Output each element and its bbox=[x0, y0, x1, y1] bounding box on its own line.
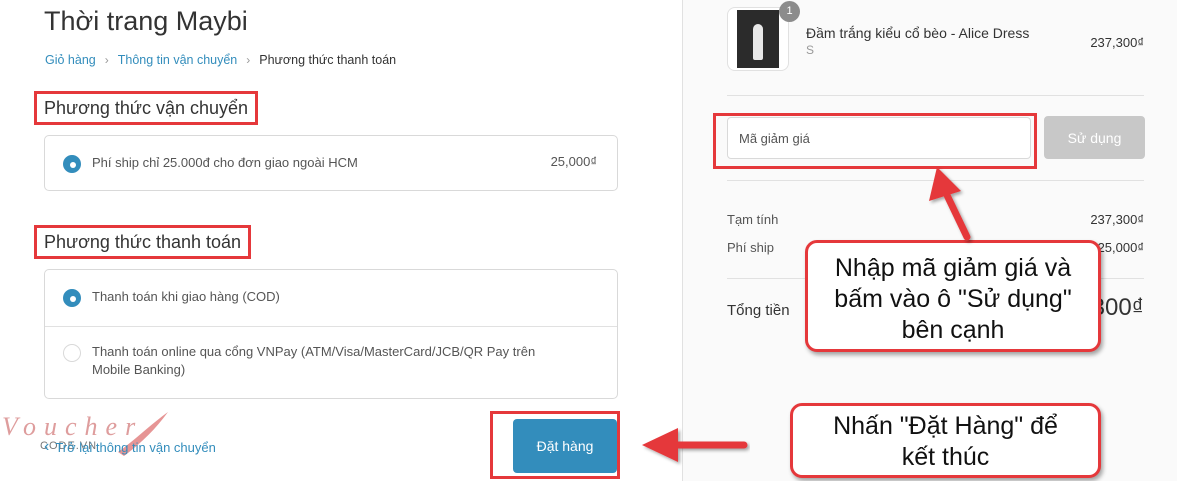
chevron-right-icon: › bbox=[246, 53, 251, 67]
chevron-left-icon: ‹ bbox=[44, 438, 50, 455]
subtotal-label: Tạm tính bbox=[727, 212, 779, 227]
breadcrumb-cart[interactable]: Giỏ hàng bbox=[45, 53, 96, 67]
product-name: Đầm trắng kiểu cổ bèo - Alice Dress bbox=[806, 25, 1030, 41]
breadcrumb-shipping-info[interactable]: Thông tin vận chuyển bbox=[118, 53, 238, 67]
shipping-option[interactable]: Phí ship chỉ 25.000đ cho đơn giao ngoài … bbox=[45, 136, 617, 190]
main-content: Thời trang Maybi Giỏ hàng › Thông tin vậ… bbox=[0, 0, 682, 481]
subtotal-value: 237,300₫ bbox=[1090, 212, 1144, 227]
apply-discount-button[interactable]: Sử dụng bbox=[1044, 116, 1145, 159]
payment-option-vnpay-label: Thanh toán online qua cổng VNPay (ATM/Vi… bbox=[92, 344, 536, 377]
product-variant: S bbox=[806, 43, 815, 57]
shipping-fee-value: 25,000₫ bbox=[1097, 240, 1144, 255]
shipping-fee-label: Phí ship bbox=[727, 240, 774, 255]
payment-method-title: Phương thức thanh toán bbox=[34, 225, 252, 259]
back-to-shipping-link[interactable]: ‹ Trở lại thông tin vận chuyển bbox=[44, 438, 216, 456]
breadcrumb-payment-method: Phương thức thanh toán bbox=[259, 53, 397, 67]
payment-options-box: Thanh toán khi giao hàng (COD) Thanh toá… bbox=[44, 269, 618, 399]
payment-option-vnpay[interactable]: Thanh toán online qua cổng VNPay (ATM/Vi… bbox=[45, 327, 617, 398]
back-to-shipping-label: Trở lại thông tin vận chuyển bbox=[55, 439, 216, 455]
payment-radio-cod[interactable] bbox=[63, 289, 81, 307]
shipping-option-price: 25,000₫ bbox=[550, 154, 597, 169]
breadcrumb: Giỏ hàng › Thông tin vận chuyển › Phương… bbox=[45, 53, 396, 67]
payment-radio-vnpay[interactable] bbox=[63, 344, 81, 362]
arrow-left-icon bbox=[642, 428, 748, 462]
payment-option-cod[interactable]: Thanh toán khi giao hàng (COD) bbox=[45, 270, 617, 326]
place-order-button[interactable]: Đặt hàng bbox=[513, 419, 617, 473]
shipping-options-box: Phí ship chỉ 25.000đ cho đơn giao ngoài … bbox=[44, 135, 618, 191]
discount-instruction-callout: Nhập mã giảm giá và bấm vào ô "Sử dụng" … bbox=[805, 240, 1101, 352]
divider bbox=[727, 95, 1144, 96]
shop-title: Thời trang Maybi bbox=[44, 6, 248, 36]
quantity-badge: 1 bbox=[779, 1, 800, 22]
discount-code-input[interactable] bbox=[727, 117, 1031, 159]
product-image bbox=[737, 10, 779, 68]
total-label: Tổng tiền bbox=[727, 302, 790, 319]
chevron-right-icon: › bbox=[104, 53, 109, 67]
payment-option-cod-label: Thanh toán khi giao hàng (COD) bbox=[92, 289, 280, 304]
shipping-radio[interactable] bbox=[63, 155, 81, 173]
arrow-up-icon bbox=[929, 167, 971, 241]
shipping-method-title: Phương thức vận chuyển bbox=[34, 91, 259, 125]
shipping-option-label: Phí ship chỉ 25.000đ cho đơn giao ngoài … bbox=[92, 155, 358, 170]
product-price: 237,300₫ bbox=[1090, 35, 1144, 50]
order-instruction-callout: Nhấn "Đặt Hàng" để kết thúc bbox=[790, 403, 1101, 478]
